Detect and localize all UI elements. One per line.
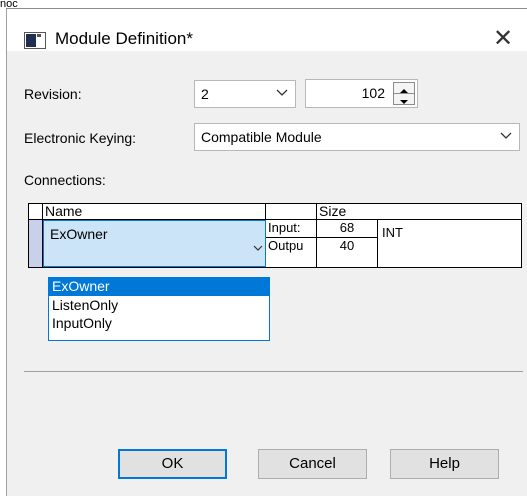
revision-label: Revision: — [24, 86, 82, 102]
size-column-header: Size — [317, 204, 521, 220]
electronic-keying-value: Compatible Module — [201, 129, 322, 145]
ok-button[interactable]: OK — [118, 449, 227, 479]
dropdown-option-inputonly[interactable]: InputOnly — [49, 315, 269, 333]
name-column-header: Name — [43, 204, 266, 220]
connections-label: Connections: — [24, 172, 106, 188]
electronic-keying-label: Electronic Keying: — [24, 130, 137, 146]
help-button[interactable]: Help — [390, 449, 499, 479]
data-type-cell: INT — [378, 220, 521, 267]
dialog-titlebar: Module Definition* ✕ — [7, 9, 527, 53]
dialog-title: Module Definition* — [55, 29, 193, 48]
dropdown-option-listenonly[interactable]: ListenOnly — [49, 297, 269, 315]
background-window-fragment: noc — [0, 0, 18, 8]
connection-dropdown-list: ExOwner ListenOnly InputOnly — [48, 277, 270, 341]
module-app-icon — [24, 32, 46, 49]
revision-major-value: 2 — [201, 86, 209, 102]
grid-corner-header — [29, 204, 43, 220]
spinner-buttons — [393, 82, 415, 105]
close-icon[interactable]: ✕ — [493, 24, 513, 53]
separator-line — [24, 371, 523, 372]
input-label-cell: Input: — [266, 220, 317, 238]
connection-name-select[interactable]: ExOwner — [43, 220, 266, 267]
spin-up-button[interactable] — [394, 83, 414, 94]
chevron-down-icon — [253, 245, 263, 251]
module-definition-dialog: Module Definition* ✕ Revision: 2 102 Ele… — [6, 9, 527, 496]
type-column-header — [266, 204, 317, 220]
revision-minor-value: 102 — [361, 85, 385, 101]
chevron-down-icon — [276, 89, 288, 96]
spin-down-button[interactable] — [394, 94, 414, 104]
row-header[interactable] — [29, 220, 43, 267]
output-label-cell: Outpu — [266, 238, 317, 267]
chevron-down-icon — [500, 132, 512, 139]
arrow-down-icon — [400, 100, 408, 104]
cancel-button[interactable]: Cancel — [258, 449, 367, 479]
output-size-cell[interactable]: 40 — [317, 238, 378, 267]
revision-minor-spinner[interactable]: 102 — [305, 79, 418, 108]
connection-name-value: ExOwner — [50, 226, 108, 242]
electronic-keying-select[interactable]: Compatible Module — [194, 123, 520, 151]
dropdown-option-exowner[interactable]: ExOwner — [49, 278, 269, 296]
revision-major-select[interactable]: 2 — [194, 80, 296, 108]
connections-grid: Name Size ExOwner Input: 68 Outpu 40 INT — [28, 203, 522, 268]
input-size-cell[interactable]: 68 — [317, 220, 378, 238]
